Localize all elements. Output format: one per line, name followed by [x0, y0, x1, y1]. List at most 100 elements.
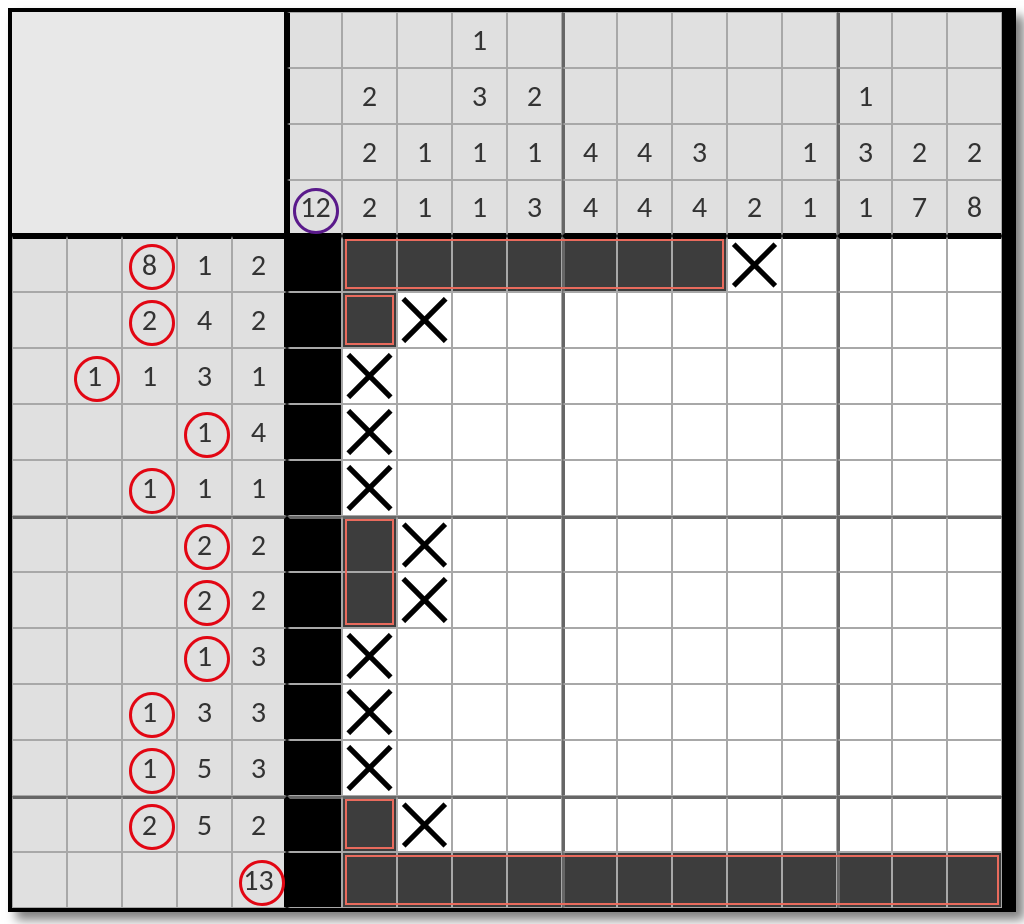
cell-empty[interactable]	[562, 348, 617, 404]
cell-empty[interactable]	[947, 236, 1002, 292]
cell-filled[interactable]	[287, 740, 342, 796]
cell-empty[interactable]	[562, 460, 617, 516]
cell-empty[interactable]	[892, 404, 947, 460]
cell-empty[interactable]	[947, 292, 1002, 348]
cell-empty[interactable]	[782, 348, 837, 404]
mark-x[interactable]	[397, 796, 452, 852]
cell-empty[interactable]	[562, 572, 617, 628]
cell-filled[interactable]	[287, 852, 342, 908]
cell-filled[interactable]	[287, 404, 342, 460]
cell-empty[interactable]	[837, 404, 892, 460]
mark-x[interactable]	[397, 516, 452, 572]
cell-filled[interactable]	[342, 796, 397, 852]
cell-empty[interactable]	[727, 628, 782, 684]
cell-filled[interactable]	[562, 236, 617, 292]
mark-x[interactable]	[342, 740, 397, 796]
cell-empty[interactable]	[837, 572, 892, 628]
cell-empty[interactable]	[397, 404, 452, 460]
cell-empty[interactable]	[672, 740, 727, 796]
cell-empty[interactable]	[892, 796, 947, 852]
cell-empty[interactable]	[397, 684, 452, 740]
cell-empty[interactable]	[562, 740, 617, 796]
mark-x[interactable]	[342, 684, 397, 740]
cell-empty[interactable]	[892, 628, 947, 684]
cell-empty[interactable]	[617, 348, 672, 404]
cell-filled[interactable]	[287, 628, 342, 684]
cell-empty[interactable]	[452, 796, 507, 852]
cell-empty[interactable]	[507, 796, 562, 852]
cell-empty[interactable]	[947, 684, 1002, 740]
cell-empty[interactable]	[507, 292, 562, 348]
mark-x[interactable]	[342, 628, 397, 684]
cell-empty[interactable]	[507, 572, 562, 628]
cell-empty[interactable]	[507, 684, 562, 740]
cell-empty[interactable]	[947, 348, 1002, 404]
cell-empty[interactable]	[452, 628, 507, 684]
cell-empty[interactable]	[617, 628, 672, 684]
cell-empty[interactable]	[947, 460, 1002, 516]
cell-empty[interactable]	[452, 572, 507, 628]
cell-empty[interactable]	[617, 460, 672, 516]
cell-empty[interactable]	[837, 796, 892, 852]
cell-empty[interactable]	[837, 516, 892, 572]
cell-empty[interactable]	[727, 516, 782, 572]
cell-empty[interactable]	[782, 404, 837, 460]
cell-empty[interactable]	[892, 684, 947, 740]
cell-empty[interactable]	[947, 404, 1002, 460]
cell-empty[interactable]	[452, 684, 507, 740]
cell-empty[interactable]	[507, 628, 562, 684]
cell-empty[interactable]	[947, 572, 1002, 628]
cell-filled[interactable]	[397, 236, 452, 292]
cell-empty[interactable]	[782, 796, 837, 852]
cell-filled[interactable]	[287, 236, 342, 292]
cell-empty[interactable]	[837, 684, 892, 740]
cell-empty[interactable]	[507, 740, 562, 796]
cell-empty[interactable]	[672, 348, 727, 404]
cell-filled[interactable]	[782, 852, 837, 908]
cell-empty[interactable]	[672, 460, 727, 516]
cell-empty[interactable]	[672, 796, 727, 852]
cell-filled[interactable]	[617, 236, 672, 292]
cell-filled[interactable]	[287, 796, 342, 852]
cell-empty[interactable]	[452, 516, 507, 572]
cell-empty[interactable]	[397, 628, 452, 684]
cell-empty[interactable]	[507, 404, 562, 460]
cell-empty[interactable]	[892, 740, 947, 796]
cell-empty[interactable]	[672, 572, 727, 628]
cell-empty[interactable]	[892, 348, 947, 404]
cell-empty[interactable]	[452, 740, 507, 796]
cell-filled[interactable]	[342, 516, 397, 572]
cell-empty[interactable]	[617, 684, 672, 740]
cell-empty[interactable]	[947, 740, 1002, 796]
cell-empty[interactable]	[782, 572, 837, 628]
mark-x[interactable]	[342, 404, 397, 460]
cell-filled[interactable]	[562, 852, 617, 908]
cell-empty[interactable]	[617, 292, 672, 348]
cell-filled[interactable]	[452, 236, 507, 292]
cell-empty[interactable]	[782, 516, 837, 572]
cell-filled[interactable]	[452, 852, 507, 908]
cell-empty[interactable]	[727, 460, 782, 516]
cell-empty[interactable]	[507, 516, 562, 572]
cell-empty[interactable]	[617, 404, 672, 460]
cell-filled[interactable]	[287, 684, 342, 740]
cell-empty[interactable]	[452, 292, 507, 348]
cell-empty[interactable]	[397, 348, 452, 404]
cell-empty[interactable]	[672, 684, 727, 740]
mark-x[interactable]	[397, 572, 452, 628]
cell-filled[interactable]	[342, 236, 397, 292]
cell-empty[interactable]	[837, 740, 892, 796]
cell-empty[interactable]	[562, 796, 617, 852]
cell-empty[interactable]	[892, 572, 947, 628]
cell-empty[interactable]	[617, 740, 672, 796]
cell-empty[interactable]	[562, 292, 617, 348]
cell-empty[interactable]	[837, 236, 892, 292]
cell-filled[interactable]	[342, 572, 397, 628]
cell-empty[interactable]	[947, 796, 1002, 852]
cell-empty[interactable]	[782, 628, 837, 684]
cell-empty[interactable]	[782, 236, 837, 292]
cell-empty[interactable]	[397, 740, 452, 796]
cell-empty[interactable]	[837, 460, 892, 516]
cell-filled[interactable]	[287, 572, 342, 628]
cell-empty[interactable]	[892, 236, 947, 292]
